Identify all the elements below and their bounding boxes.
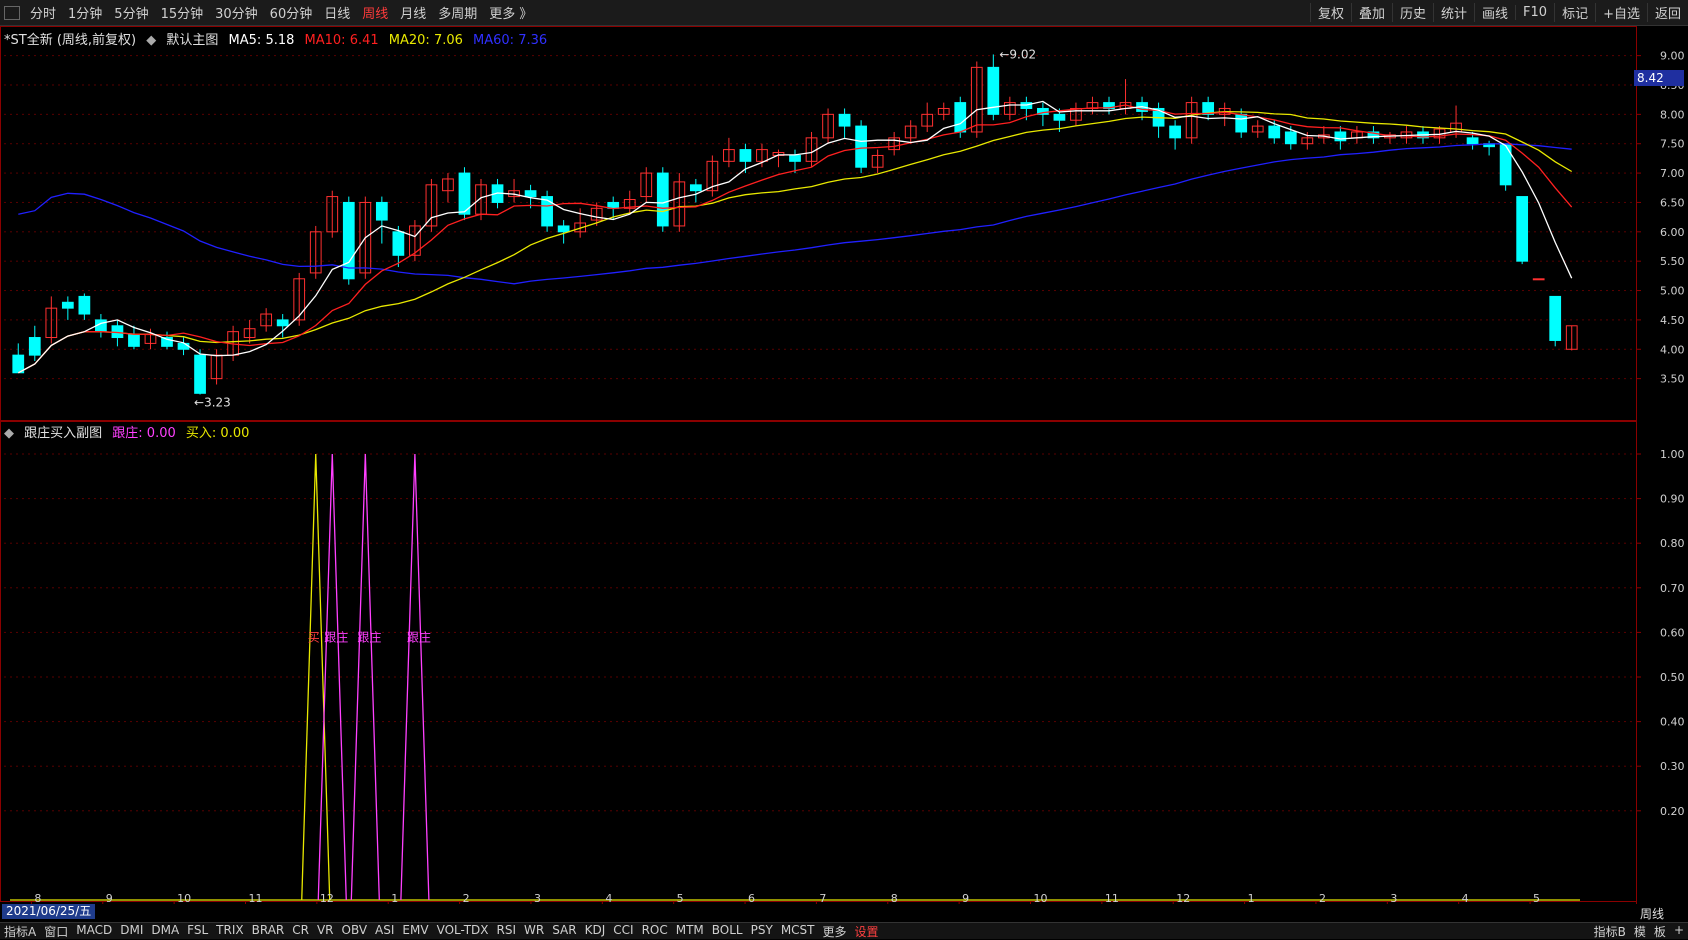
tab-5[interactable]: 60分钟 — [264, 3, 319, 22]
candle-body — [1467, 138, 1478, 144]
sub-axis-label: 1.00 — [1660, 448, 1685, 461]
toolbar-button-5[interactable]: F10 — [1515, 5, 1554, 20]
price-axis-label: 5.00 — [1660, 285, 1685, 298]
candle-body — [856, 126, 867, 167]
candle-body — [178, 343, 189, 349]
candle-body — [1517, 197, 1528, 262]
candle-body — [839, 114, 850, 126]
tab-10[interactable]: 更多 》 — [483, 3, 538, 22]
top-toolbar: 分时1分钟5分钟15分钟30分钟60分钟日线周线月线多周期更多 》 复权叠加历史… — [0, 0, 1688, 26]
candle-body — [129, 335, 140, 347]
tab-7[interactable]: 周线 — [356, 3, 394, 22]
ma5-line — [18, 101, 1571, 372]
candle-body — [1533, 279, 1544, 280]
toolbar-button-0[interactable]: 复权 — [1310, 3, 1351, 22]
candle-body — [740, 150, 751, 162]
candle-body — [1236, 114, 1247, 132]
toolbar-button-1[interactable]: 叠加 — [1351, 3, 1392, 22]
candle-body — [112, 326, 123, 338]
price-axis-label: 6.50 — [1660, 196, 1685, 209]
tab-9[interactable]: 多周期 — [432, 3, 483, 22]
toolbar-button-2[interactable]: 历史 — [1392, 3, 1433, 22]
candle-body — [62, 302, 73, 308]
candle-body — [277, 320, 288, 326]
tab-4[interactable]: 30分钟 — [209, 3, 264, 22]
candle-body — [1550, 296, 1561, 340]
tab-3[interactable]: 15分钟 — [155, 3, 210, 22]
candle-body — [1500, 144, 1511, 185]
candle-body — [1054, 114, 1065, 120]
window-menu-icon[interactable] — [4, 6, 20, 20]
ma10-line — [18, 105, 1571, 373]
high-price-marker: ←9.02 — [999, 47, 1036, 61]
low-price-marker: ←3.23 — [194, 395, 231, 409]
candle-body — [1269, 126, 1280, 138]
tab-0[interactable]: 分时 — [24, 3, 62, 22]
price-axis-label: 4.50 — [1660, 314, 1685, 327]
price-axis-label: 8.00 — [1660, 108, 1685, 121]
sub-frame — [1, 422, 1637, 902]
price-axis-label: 7.00 — [1660, 167, 1685, 180]
candle-body — [79, 296, 90, 314]
candle-body — [195, 355, 206, 393]
main-frame — [1, 27, 1637, 421]
price-axis-label: 6.00 — [1660, 226, 1685, 239]
toolbar-right: 复权叠加历史统计画线F10标记+自选返回 — [1310, 0, 1688, 25]
candle-body — [525, 191, 536, 197]
price-axis-label: 3.50 — [1660, 373, 1685, 386]
sub-axis-label: 0.90 — [1660, 493, 1685, 506]
tab-1[interactable]: 1分钟 — [62, 3, 108, 22]
sub-axis-label: 0.70 — [1660, 582, 1685, 595]
sub-axis-label: 0.80 — [1660, 537, 1685, 550]
candle-body — [29, 338, 40, 356]
candle-body — [955, 103, 966, 132]
candle-body — [1285, 132, 1296, 144]
candle-body — [1170, 126, 1181, 138]
price-axis-label: 9.00 — [1660, 50, 1685, 63]
candle-body — [393, 232, 404, 255]
toolbar-button-8[interactable]: 返回 — [1647, 3, 1688, 22]
price-axis-label: 7.50 — [1660, 138, 1685, 151]
tab-8[interactable]: 月线 — [394, 3, 432, 22]
toolbar-button-6[interactable]: 标记 — [1554, 3, 1595, 22]
candle-body — [376, 202, 387, 220]
sub-axis-label: 0.50 — [1660, 671, 1685, 684]
toolbar-button-4[interactable]: 画线 — [1474, 3, 1515, 22]
candle-body — [690, 185, 701, 191]
tab-6[interactable]: 日线 — [318, 3, 356, 22]
candle-body — [657, 173, 668, 226]
toolbar-button-7[interactable]: +自选 — [1595, 3, 1647, 22]
candle-body — [558, 226, 569, 232]
period-tabs: 分时1分钟5分钟15分钟30分钟60分钟日线周线月线多周期更多 》 — [24, 3, 538, 22]
kline-chart[interactable]: 9.008.508.007.507.006.506.005.505.004.50… — [0, 26, 1688, 904]
sub-axis-label: 0.60 — [1660, 626, 1685, 639]
price-axis-label: 4.00 — [1660, 343, 1685, 356]
candle-body — [790, 155, 801, 161]
tab-2[interactable]: 5分钟 — [108, 3, 154, 22]
candle-body — [542, 197, 553, 226]
toolbar-button-3[interactable]: 统计 — [1433, 3, 1474, 22]
price-axis-label: 5.50 — [1660, 255, 1685, 268]
